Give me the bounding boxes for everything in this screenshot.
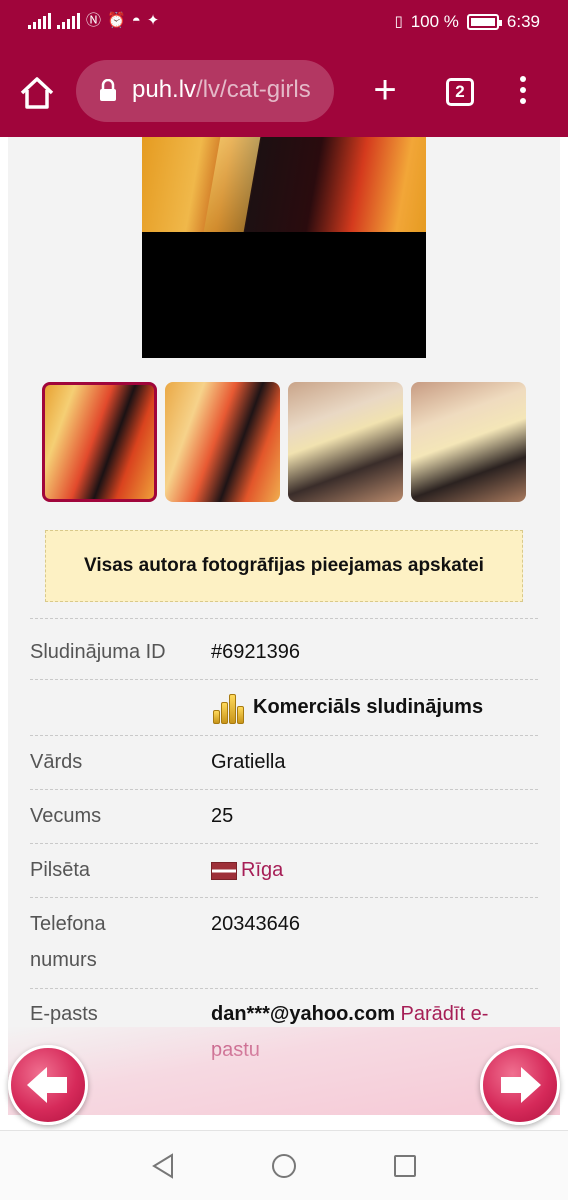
commercial-label: Komerciāls sludinājums bbox=[253, 696, 484, 718]
divider bbox=[30, 843, 538, 844]
clock: 6:39 bbox=[506, 12, 540, 31]
home-circle-icon[interactable] bbox=[271, 1153, 297, 1179]
signal-icon bbox=[28, 13, 51, 29]
city-label: Pilsēta bbox=[30, 859, 91, 881]
phone-label: Telefona numurs bbox=[30, 913, 106, 971]
android-nav-bar bbox=[0, 1130, 568, 1200]
next-listing-button[interactable] bbox=[480, 1045, 560, 1125]
thumbnail-photo-3[interactable] bbox=[288, 382, 403, 502]
name-label: Vārds bbox=[30, 751, 83, 773]
divider bbox=[30, 735, 538, 736]
divider bbox=[30, 988, 538, 989]
latvia-flag-icon bbox=[211, 861, 237, 880]
listing-page: Visas autora fotogrāfijas pieejamas apsk… bbox=[8, 137, 560, 1115]
url-text: puh.lv/lv/cat-girls bbox=[132, 76, 311, 104]
photo-thumbnails bbox=[42, 382, 528, 502]
ad-id-value: #6921396 bbox=[211, 641, 300, 663]
twitter-icon: ✦ bbox=[146, 12, 160, 29]
name-value: Gratiella bbox=[211, 751, 286, 773]
thumbnail-photo-2[interactable] bbox=[165, 382, 280, 502]
home-icon[interactable] bbox=[18, 74, 56, 112]
divider bbox=[30, 789, 538, 790]
ad-id-label: Sludinājuma ID bbox=[30, 641, 166, 663]
thumbnail-photo-1[interactable] bbox=[42, 382, 157, 502]
divider bbox=[30, 897, 538, 898]
url-path: /lv/cat-girls bbox=[196, 76, 311, 103]
decorative-wave bbox=[8, 1027, 560, 1115]
incognito-icon: ◓ bbox=[131, 12, 141, 29]
vibrate-icon: ▯ bbox=[394, 13, 403, 30]
battery-icon bbox=[466, 14, 502, 30]
age-value: 25 bbox=[211, 805, 234, 827]
arrow-right-icon bbox=[501, 1067, 541, 1103]
phone-link[interactable]: 20343646 bbox=[211, 906, 300, 942]
arrow-left-icon bbox=[27, 1067, 67, 1103]
battery-percent: 100 % bbox=[410, 12, 459, 31]
top-bar: Ⓝ ⏰ ◓ ✦ ▯ 100 % 6:39 puh.lv/lv/cat-girls… bbox=[0, 0, 568, 137]
city-link[interactable]: Rīga bbox=[241, 859, 283, 881]
age-label: Vecums bbox=[30, 805, 102, 827]
url-host: puh.lv bbox=[132, 76, 197, 103]
status-bar: Ⓝ ⏰ ◓ ✦ ▯ 100 % 6:39 bbox=[0, 0, 568, 48]
divider bbox=[30, 618, 538, 619]
previous-listing-button[interactable] bbox=[8, 1045, 88, 1125]
signal-icon-2 bbox=[57, 13, 80, 29]
divider bbox=[30, 679, 538, 680]
lock-icon bbox=[100, 79, 116, 101]
email-value: dan***@yahoo.com bbox=[211, 1003, 395, 1025]
recents-icon[interactable] bbox=[392, 1153, 418, 1179]
new-tab-icon[interactable]: + bbox=[368, 70, 402, 110]
nfc-icon: Ⓝ bbox=[86, 12, 102, 29]
all-photos-notice[interactable]: Visas autora fotogrāfijas pieejamas apsk… bbox=[45, 530, 523, 602]
alarm-icon: ⏰ bbox=[107, 12, 126, 29]
address-bar[interactable]: puh.lv/lv/cat-girls bbox=[76, 60, 334, 122]
thumbnail-photo-4[interactable] bbox=[411, 382, 526, 502]
browser-toolbar: puh.lv/lv/cat-girls + 2 bbox=[0, 48, 568, 137]
back-icon[interactable] bbox=[150, 1153, 176, 1179]
main-photo[interactable] bbox=[142, 137, 426, 358]
more-menu-icon[interactable] bbox=[516, 76, 530, 108]
tab-switcher-button[interactable]: 2 bbox=[446, 78, 474, 106]
coins-icon bbox=[211, 690, 247, 726]
